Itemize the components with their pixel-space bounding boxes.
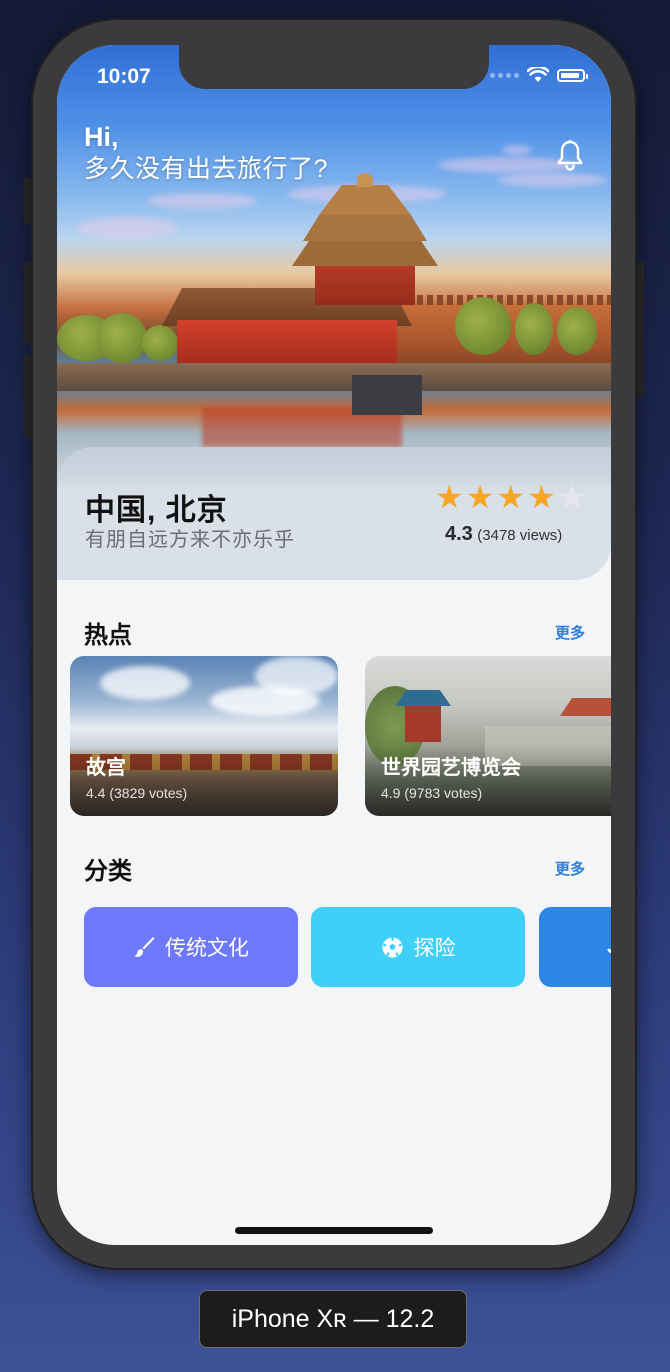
hot-card-forbidden-city[interactable]: 故宫 4.4 (3829 votes) xyxy=(70,656,338,816)
category-section-title: 分类 xyxy=(84,858,132,885)
partial-icon: J xyxy=(607,936,611,959)
brush-icon xyxy=(134,937,155,957)
hot-section-title: 热点 xyxy=(84,622,132,649)
star-filled-icon: ★ xyxy=(465,479,495,515)
greeting-hi: Hi, xyxy=(84,122,119,152)
greeting-subtitle: 多久没有出去旅行了? xyxy=(84,155,328,183)
battery-icon xyxy=(557,68,588,82)
hot-more-link[interactable]: 更多 xyxy=(555,622,585,643)
home-indicator[interactable] xyxy=(235,1227,433,1234)
category-label: 传统文化 xyxy=(165,937,249,960)
cellular-signal-icon xyxy=(490,72,519,78)
star-filled-icon: ★ xyxy=(435,479,464,515)
category-partial[interactable]: J xyxy=(539,907,611,987)
notch xyxy=(179,45,489,89)
destination-info-card[interactable]: 中国, 北京 有朋自远方来不亦乐乎 ★ ★ ★ ★ ★ 4.3 (3478 views) xyxy=(57,447,611,580)
hot-card-name: 世界园艺博览会 xyxy=(381,757,521,779)
rating-views: (3478 views) xyxy=(477,527,563,544)
power-button xyxy=(636,262,644,398)
notification-bell-icon[interactable] xyxy=(555,139,585,171)
wifi-icon xyxy=(527,67,549,82)
greeting: Hi, 多久没有出去旅行了? xyxy=(84,121,328,185)
hot-card-votes: 4.4 (3829 votes) xyxy=(86,785,188,801)
hot-card-name: 故宫 xyxy=(86,757,126,779)
simulator-device-label: iPhone Xʀ — 12.2 xyxy=(199,1290,467,1348)
category-label: 探险 xyxy=(413,937,456,960)
category-more-link[interactable]: 更多 xyxy=(555,858,585,879)
place-tagline: 有朋自远方来不亦乐乎 xyxy=(85,529,295,551)
rating-summary: 4.3 (3478 views) xyxy=(445,523,562,546)
hot-card-horticultural-expo[interactable]: 世界园艺博览会 4.9 (9783 votes) xyxy=(365,656,611,816)
hero-image xyxy=(57,45,611,485)
phone-screen: 10:07 Hi, 多久没有出去旅行了? 中国, 北京 有朋自远方来不亦乐乎 ★… xyxy=(57,45,611,1245)
category-traditional-culture[interactable]: 传统文化 xyxy=(84,907,298,987)
hot-card-votes: 4.9 (9783 votes) xyxy=(381,785,483,801)
star-filled-icon: ★ xyxy=(496,479,526,515)
soccer-ball-icon xyxy=(381,936,403,958)
category-adventure[interactable]: 探险 xyxy=(311,907,525,987)
status-time: 10:07 xyxy=(97,65,151,88)
status-icons xyxy=(490,67,588,83)
rating-value: 4.3 xyxy=(445,523,473,545)
star-empty-icon: ★ xyxy=(557,479,587,515)
star-filled-icon: ★ xyxy=(527,479,556,515)
rating-stars: ★ ★ ★ ★ ★ xyxy=(435,481,586,513)
